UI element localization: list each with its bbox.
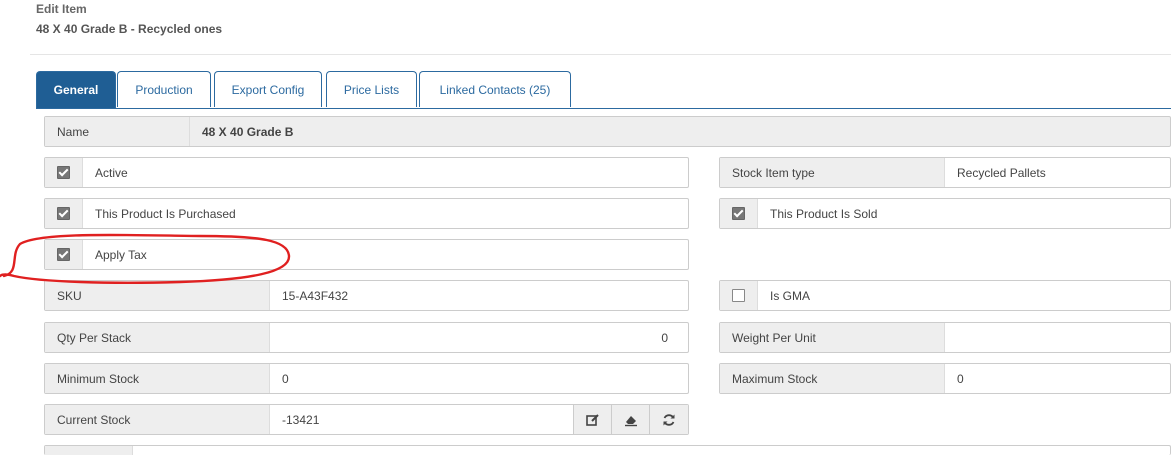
tab-general[interactable]: General bbox=[36, 71, 116, 108]
apply-tax-checkbox[interactable] bbox=[57, 248, 70, 261]
apply-tax-checkbox-cell[interactable] bbox=[45, 240, 83, 269]
name-row: Name 48 X 40 Grade B bbox=[44, 116, 1171, 147]
active-row[interactable]: Active bbox=[44, 157, 689, 188]
sku-row: SKU 15-A43F432 bbox=[44, 280, 689, 311]
qty-per-stack-label: Qty Per Stack bbox=[45, 323, 270, 352]
item-subtitle: 48 X 40 Grade B - Recycled ones bbox=[36, 22, 223, 36]
active-label: Active bbox=[95, 165, 128, 180]
refresh-stock-button[interactable] bbox=[649, 405, 688, 434]
sold-row[interactable]: This Product Is Sold bbox=[719, 198, 1171, 229]
maximum-stock-row: Maximum Stock 0 bbox=[719, 363, 1171, 394]
purchased-checkbox-cell[interactable] bbox=[45, 199, 83, 228]
maximum-stock-label: Maximum Stock bbox=[720, 364, 945, 393]
maximum-stock-input[interactable]: 0 bbox=[945, 364, 964, 393]
edit-stock-button[interactable] bbox=[573, 405, 612, 434]
stock-item-type-select[interactable]: Recycled Pallets bbox=[945, 158, 1046, 187]
is-gma-row[interactable]: Is GMA bbox=[719, 280, 1171, 311]
divider bbox=[30, 54, 1171, 55]
sold-checkbox[interactable] bbox=[732, 207, 745, 220]
is-gma-checkbox[interactable] bbox=[732, 289, 745, 302]
active-checkbox-cell[interactable] bbox=[45, 158, 83, 187]
sku-input[interactable]: 15-A43F432 bbox=[270, 281, 348, 310]
apply-tax-label: Apply Tax bbox=[95, 247, 147, 262]
purchased-label: This Product Is Purchased bbox=[95, 206, 236, 221]
next-row-partial bbox=[44, 445, 1171, 455]
weight-per-unit-row: Weight Per Unit bbox=[719, 322, 1171, 353]
weight-per-unit-label: Weight Per Unit bbox=[720, 323, 945, 352]
sold-label: This Product Is Sold bbox=[770, 206, 878, 221]
refresh-icon bbox=[663, 413, 675, 426]
page-header: Edit Item 48 X 40 Grade B - Recycled one… bbox=[36, 2, 222, 36]
next-row-label bbox=[45, 446, 133, 455]
edit-icon bbox=[586, 413, 599, 426]
weight-per-unit-input[interactable] bbox=[945, 323, 957, 352]
stock-item-type-row: Stock Item type Recycled Pallets bbox=[719, 157, 1171, 188]
tab-export-config[interactable]: Export Config bbox=[214, 71, 322, 107]
current-stock-row: Current Stock -13421 bbox=[44, 404, 689, 435]
page-title: Edit Item bbox=[36, 2, 87, 16]
name-label: Name bbox=[45, 117, 190, 146]
is-gma-label: Is GMA bbox=[770, 288, 811, 303]
purchased-row[interactable]: This Product Is Purchased bbox=[44, 198, 689, 229]
name-value[interactable]: 48 X 40 Grade B bbox=[190, 117, 293, 146]
eraser-icon bbox=[625, 415, 637, 426]
purchased-checkbox[interactable] bbox=[57, 207, 70, 220]
qty-per-stack-row: Qty Per Stack 0 bbox=[44, 322, 689, 353]
tab-price-lists[interactable]: Price Lists bbox=[326, 71, 417, 107]
tab-linked-contacts[interactable]: Linked Contacts (25) bbox=[419, 71, 571, 107]
sku-label: SKU bbox=[45, 281, 270, 310]
tab-bar: General Production Export Config Price L… bbox=[36, 71, 1171, 109]
minimum-stock-label: Minimum Stock bbox=[45, 364, 270, 393]
apply-tax-row[interactable]: Apply Tax bbox=[44, 239, 689, 270]
clear-stock-button[interactable] bbox=[611, 405, 650, 434]
current-stock-value: -13421 bbox=[282, 412, 320, 427]
tab-production[interactable]: Production bbox=[117, 71, 211, 107]
qty-per-stack-input[interactable]: 0 bbox=[270, 323, 668, 352]
is-gma-checkbox-cell[interactable] bbox=[720, 281, 758, 310]
minimum-stock-row: Minimum Stock 0 bbox=[44, 363, 689, 394]
active-checkbox[interactable] bbox=[57, 166, 70, 179]
current-stock-label: Current Stock bbox=[45, 405, 270, 434]
stock-item-type-label: Stock Item type bbox=[720, 158, 945, 187]
sold-checkbox-cell[interactable] bbox=[720, 199, 758, 228]
minimum-stock-input[interactable]: 0 bbox=[270, 364, 289, 393]
